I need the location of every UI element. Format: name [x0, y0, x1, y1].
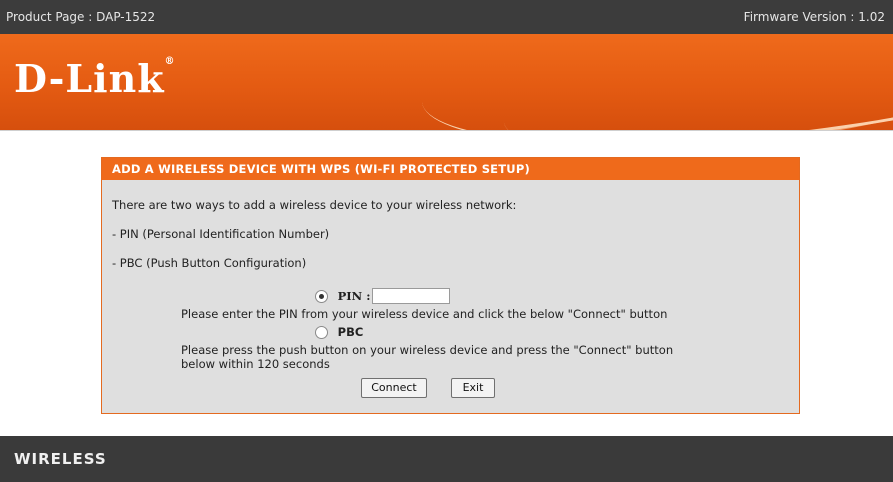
- brand-banner: D-Link®: [0, 34, 893, 130]
- pbc-instructions-line2: below within 120 seconds: [181, 357, 330, 371]
- pin-input[interactable]: [372, 288, 450, 304]
- wps-panel: ADD A WIRELESS DEVICE WITH WPS (WI-FI PR…: [101, 157, 800, 414]
- product-page-label: Product Page : DAP-1522: [6, 10, 156, 24]
- pin-option: PIN :: [315, 289, 370, 303]
- registered-mark: ®: [164, 56, 176, 67]
- pbc-option: PBC: [315, 325, 363, 339]
- footer-bar: WIRELESS: [0, 436, 893, 482]
- exit-button[interactable]: Exit: [451, 378, 495, 398]
- firmware-version-label: Firmware Version : 1.02: [743, 10, 885, 24]
- pin-instructions: Please enter the PIN from your wireless …: [181, 307, 668, 321]
- pbc-radio[interactable]: [315, 326, 328, 339]
- footer-label: WIRELESS: [14, 450, 107, 468]
- pbc-instructions-line1: Please press the push button on your wir…: [181, 343, 674, 357]
- top-bar: Product Page : DAP-1522 Firmware Version…: [0, 0, 893, 34]
- pin-label: PIN :: [337, 289, 371, 303]
- method-pin-text: - PIN (Personal Identification Number): [112, 227, 330, 241]
- intro-text: There are two ways to add a wireless dev…: [112, 198, 517, 212]
- pbc-label: PBC: [337, 325, 364, 339]
- panel-title: ADD A WIRELESS DEVICE WITH WPS (WI-FI PR…: [102, 158, 799, 180]
- dlink-logo: D-Link®: [14, 56, 176, 101]
- pin-radio[interactable]: [315, 290, 328, 303]
- method-pbc-text: - PBC (Push Button Configuration): [112, 256, 307, 270]
- logo-text: D-Link: [14, 56, 165, 101]
- connect-button[interactable]: Connect: [361, 378, 427, 398]
